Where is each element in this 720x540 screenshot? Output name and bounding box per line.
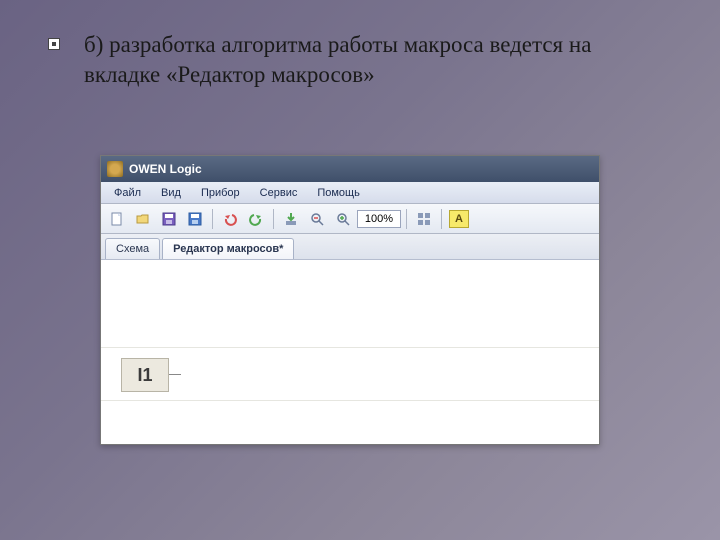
separator-icon xyxy=(273,209,274,229)
zoom-out-button[interactable] xyxy=(305,207,329,231)
open-button[interactable] xyxy=(131,207,155,231)
download-icon xyxy=(283,211,299,227)
download-button[interactable] xyxy=(279,207,303,231)
slide-body-text: б) разработка алгоритма работы макроса в… xyxy=(84,30,660,90)
redo-icon xyxy=(248,211,264,227)
zoom-out-icon xyxy=(309,211,325,227)
toolbar: 100% A xyxy=(101,204,599,234)
grid-icon xyxy=(416,211,432,227)
titlebar: OWEN Logic xyxy=(101,156,599,182)
undo-icon xyxy=(222,211,238,227)
save-blue-button[interactable] xyxy=(183,207,207,231)
open-icon xyxy=(135,211,151,227)
tabbar: Схема Редактор макросов* xyxy=(101,234,599,260)
app-screenshot: OWEN Logic Файл Вид Прибор Сервис Помощь xyxy=(100,155,600,445)
separator-icon xyxy=(406,209,407,229)
new-file-button[interactable] xyxy=(105,207,129,231)
grid-line xyxy=(101,347,599,348)
label-a-icon: A xyxy=(449,210,469,228)
bullet-marker xyxy=(48,38,60,50)
save-icon xyxy=(161,211,177,227)
save-blue-icon xyxy=(187,211,203,227)
app-title: OWEN Logic xyxy=(129,162,202,176)
io-block[interactable]: I1 xyxy=(121,358,169,392)
menu-file[interactable]: Файл xyxy=(105,185,150,201)
zoom-in-button[interactable] xyxy=(331,207,355,231)
zoom-in-icon xyxy=(335,211,351,227)
new-file-icon xyxy=(109,211,125,227)
menu-view[interactable]: Вид xyxy=(152,185,190,201)
separator-icon xyxy=(212,209,213,229)
menu-service[interactable]: Сервис xyxy=(251,185,307,201)
grid-button[interactable] xyxy=(412,207,436,231)
menubar: Файл Вид Прибор Сервис Помощь xyxy=(101,182,599,204)
zoom-value[interactable]: 100% xyxy=(357,210,401,228)
tab-macro-editor[interactable]: Редактор макросов* xyxy=(162,238,294,259)
tab-scheme[interactable]: Схема xyxy=(105,238,160,259)
menu-help[interactable]: Помощь xyxy=(308,185,369,201)
save-button[interactable] xyxy=(157,207,181,231)
canvas-area[interactable]: I1 xyxy=(101,260,599,444)
label-a-button[interactable]: A xyxy=(447,207,471,231)
io-pin xyxy=(169,374,181,375)
undo-button[interactable] xyxy=(218,207,242,231)
grid-line xyxy=(101,400,599,401)
separator-icon xyxy=(441,209,442,229)
redo-button[interactable] xyxy=(244,207,268,231)
menu-device[interactable]: Прибор xyxy=(192,185,249,201)
app-icon xyxy=(107,161,123,177)
